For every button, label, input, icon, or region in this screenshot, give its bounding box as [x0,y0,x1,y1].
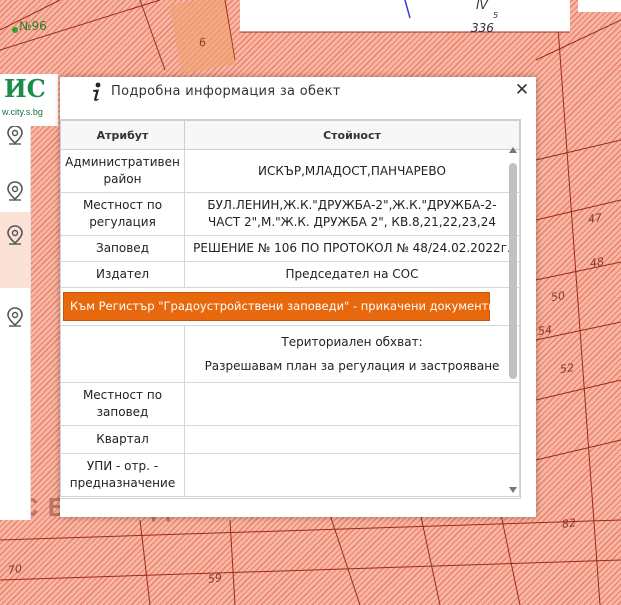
value-cell: РЕШЕНИЕ № 106 ПО ПРОТОКОЛ № 48/24.02.202… [184,235,520,262]
table-scrollbar[interactable] [507,143,521,500]
map-block-number: 336 [471,21,494,35]
value-cell [184,382,520,426]
documents-register-link[interactable]: Към Регистър "Градоустройствени заповеди… [63,292,496,321]
map-marker-icon [7,181,23,201]
attribute-cell [60,325,185,383]
column-header-value: Стойност [184,120,520,150]
parcel-label: 52 [559,361,575,376]
parcel-label: 82 [561,516,577,531]
attribute-cell: Административен район [60,149,185,193]
tool-info-button[interactable] [0,212,30,288]
value-cell: ИСКЪР,МЛАДОСТ,ПАНЧАРЕВО [184,149,520,193]
value-cell: БУЛ.ЛЕНИН,Ж.К."ДРУЖБА-2",Ж.К."ДРУЖБА-2-Ч… [184,192,520,236]
scroll-down-arrow-icon[interactable] [509,487,517,493]
table-row: Издател Председател на СОС [60,261,520,288]
scroll-up-arrow-icon[interactable] [509,147,517,153]
parcel-label: 50 [550,289,566,304]
attribute-cell: УПИ - отр. - предназначение [60,453,185,497]
parcel-label: 48 [589,255,605,270]
tool-strip [0,102,31,520]
attribute-cell: Квартал [60,425,185,454]
map-poi-marker[interactable] [12,27,18,33]
table-row: Към Регистър "Градоустройствени заповеди… [60,287,520,326]
table-row: Местност по заповед [60,382,520,426]
value-cell: Териториален обхват: Разрешавам план за … [184,325,520,383]
map-poi-label: №96 [19,19,47,33]
decision-text: Разрешавам план за регулация и застроява… [204,359,500,373]
dialog-header[interactable]: Подробна информация за обект ✕ [60,77,536,107]
parcel-label: 54 [537,323,553,338]
object-info-dialog: Подробна информация за обект ✕ Атрибут С… [60,77,536,517]
link-cell: Към Регистър "Градоустройствени заповеди… [60,287,520,326]
attribute-table-container[interactable]: Атрибут Стойност Административен район И… [60,119,521,499]
column-header-attribute: Атрибут [60,120,185,150]
table-row: Заповед РЕШЕНИЕ № 106 ПО ПРОТОКОЛ № 48/2… [60,235,520,262]
parcel-label: 59 [207,571,223,586]
map-zone-sup: 5 [493,11,499,20]
value-cell [184,453,520,497]
table-row: Местност по регулация БУЛ.ЛЕНИН,Ж.К."ДРУ… [60,192,520,236]
attribute-table: Атрибут Стойност Административен район И… [60,120,520,497]
attribute-cell: Заповед [60,235,185,262]
dialog-title: Подробна информация за обект [111,84,341,99]
attribute-cell: Издател [60,261,185,288]
attribute-cell: Местност по регулация [60,192,185,236]
table-row: УПИ - отр. - предназначение [60,453,520,497]
parcel-label: 70 [7,562,23,577]
map-marker-icon [7,225,23,245]
scroll-thumb[interactable] [509,163,517,379]
logo-text: ИС [4,74,46,103]
table-row: Административен район ИСКЪР,МЛАДОСТ,ПАНЧ… [60,149,520,193]
info-icon [93,82,101,101]
table-row: Териториален обхват: Разрешавам план за … [60,325,520,383]
close-button[interactable]: ✕ [514,81,530,99]
logo-subtext: w.city.s.bg [2,107,43,117]
tool-marker-button[interactable] [2,178,28,204]
parcel-label: 47 [587,211,603,226]
tool-pin-button[interactable] [2,304,28,330]
value-cell: Председател на СОС [184,261,520,288]
map-marker-icon [7,125,23,145]
map-zone-numeral: IV [476,0,488,12]
value-cell [184,425,520,454]
site-logo[interactable]: ИС w.city.s.bg [0,74,58,126]
territorial-scope-label: Териториален обхват: [281,335,423,349]
map-marker-icon [7,307,23,327]
attribute-cell: Местност по заповед [60,382,185,426]
table-row: Квартал [60,425,520,454]
